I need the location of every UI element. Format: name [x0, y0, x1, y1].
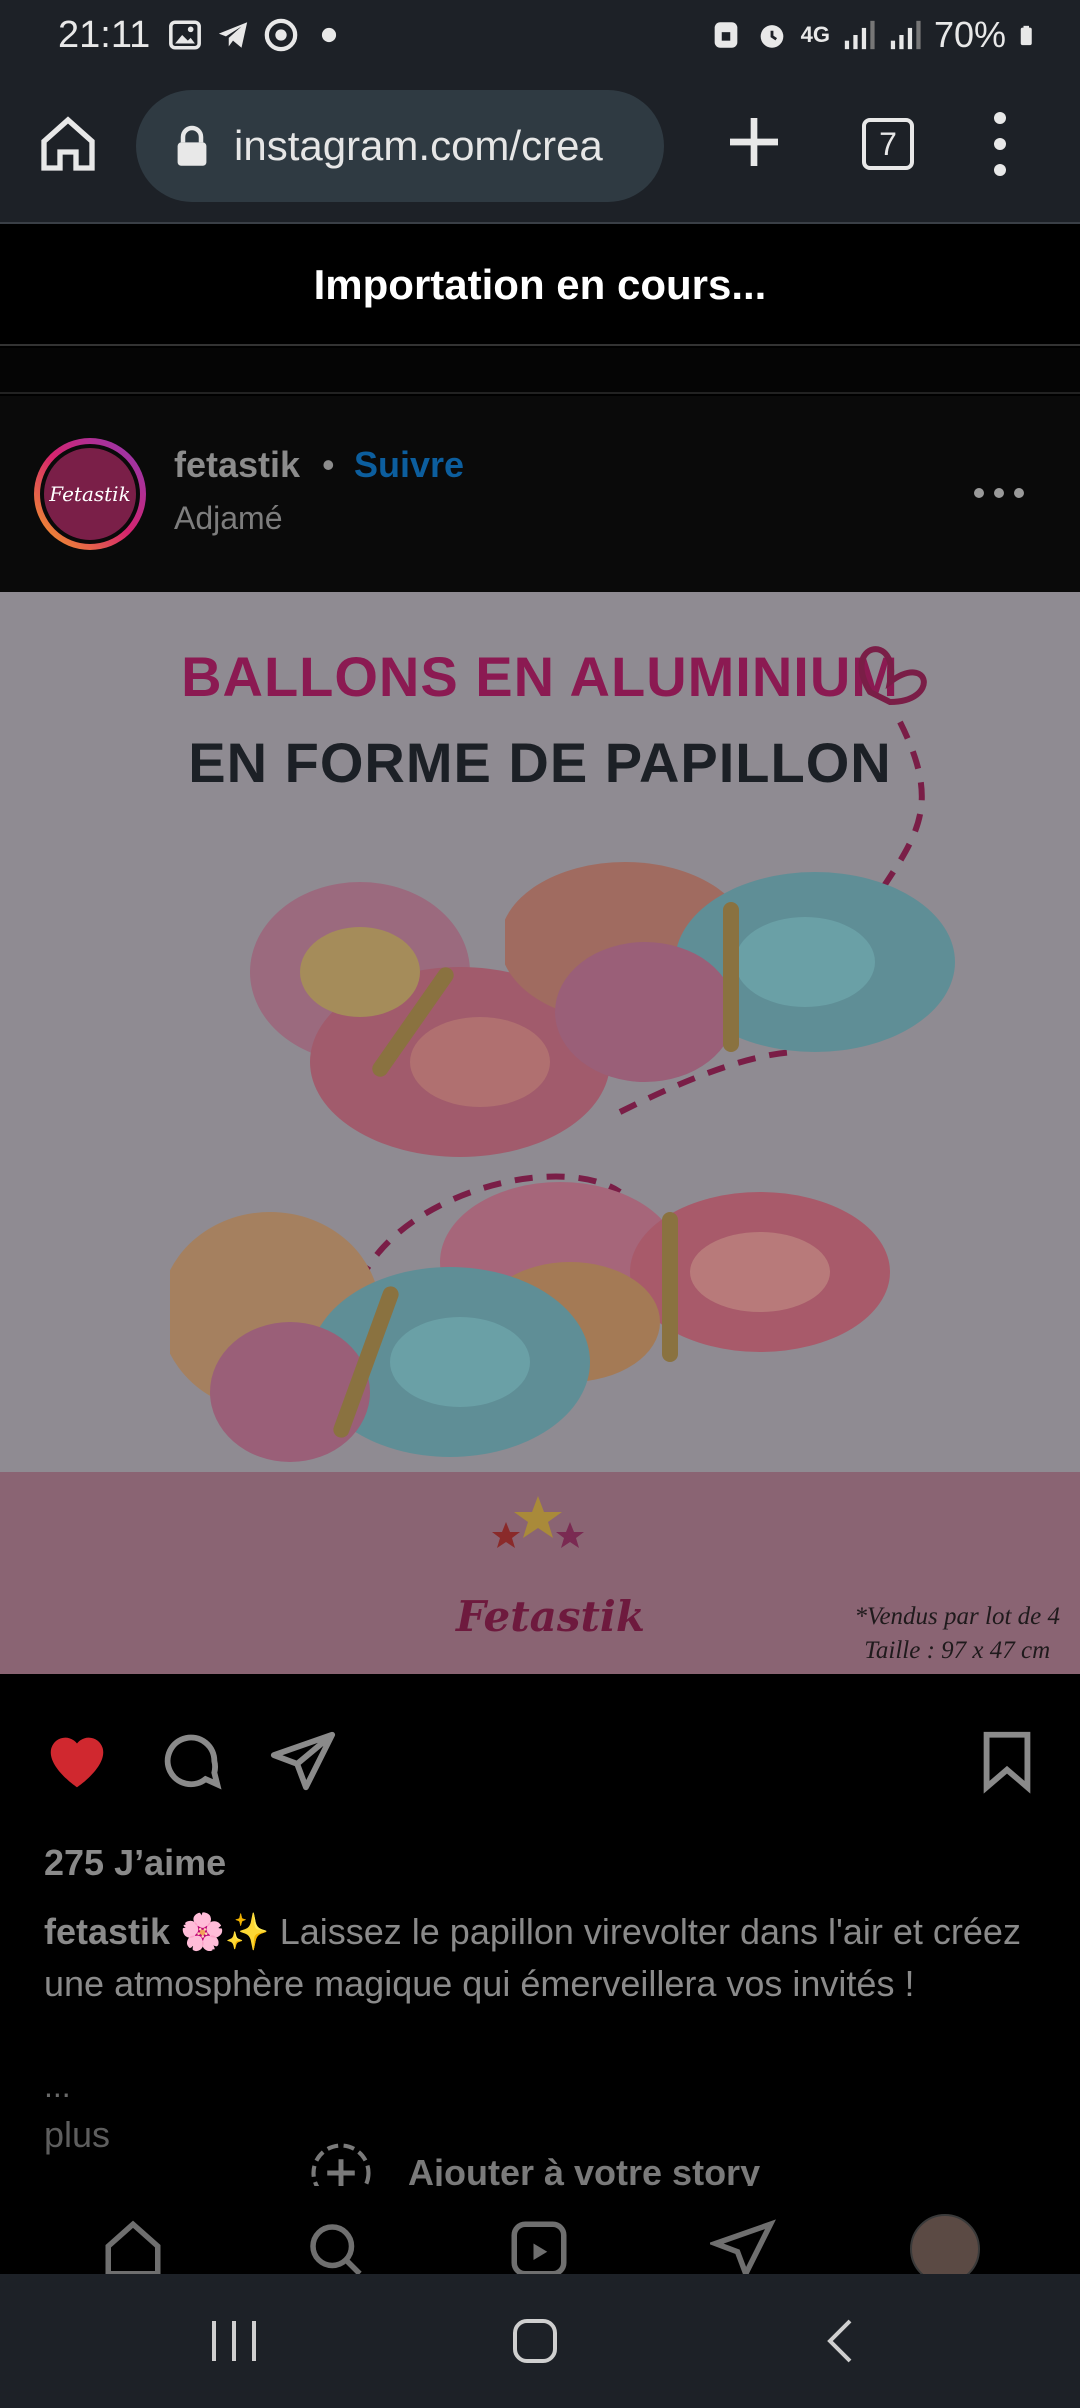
- new-tab-icon[interactable]: [722, 110, 786, 174]
- browser-toolbar: instagram.com/crea 7: [0, 72, 1080, 224]
- battery-text: 70%: [933, 14, 1006, 55]
- product-note-lot: *Vendus par lot de 4: [854, 1603, 1060, 1630]
- post-location[interactable]: Adjamé: [174, 500, 283, 537]
- like-count[interactable]: 275 J’aime: [44, 1842, 226, 1884]
- brand-logo-text: Fetastik: [456, 1592, 645, 1641]
- chrome-icon: [264, 18, 298, 52]
- lock-icon: [714, 22, 737, 48]
- image-icon: [169, 20, 201, 50]
- brand-stars-icon: [492, 1496, 584, 1548]
- search-icon[interactable]: [302, 2216, 368, 2274]
- post-header: Fetastik fetastik • Suivre Adjamé: [0, 396, 1080, 592]
- home-icon[interactable]: [36, 112, 100, 176]
- post-image[interactable]: BALLONS EN ALUMINIUM EN FORME DE PAPILLO…: [0, 592, 1080, 1674]
- follow-button[interactable]: Suivre: [354, 444, 464, 486]
- reels-icon[interactable]: [506, 2216, 572, 2274]
- status-bar: 21:11 4G 70%: [0, 0, 1080, 72]
- instagram-bottom-nav: [0, 2186, 1080, 2274]
- post-caption: fetastik 🌸✨ Laissez le papillon virevolt…: [44, 1906, 1044, 2010]
- status-notification-icons: [168, 18, 346, 52]
- header-strip: [0, 348, 1080, 394]
- lock-icon: [177, 125, 207, 166]
- battery-icon: [1020, 25, 1032, 46]
- android-navigation-bar: [0, 2274, 1080, 2408]
- status-time: 21:11: [58, 14, 151, 56]
- import-banner: Importation en cours...: [0, 226, 1080, 346]
- avatar[interactable]: Fetastik: [34, 438, 146, 550]
- status-system-icons: 4G 70%: [709, 14, 1040, 56]
- bookmark-icon[interactable]: [972, 1726, 1042, 1796]
- caption-username[interactable]: fetastik: [44, 1911, 170, 1952]
- home-button-icon[interactable]: [510, 2316, 560, 2366]
- overflow-menu-icon[interactable]: [984, 112, 1016, 176]
- telegram-icon: [218, 22, 248, 48]
- back-icon[interactable]: [820, 2316, 860, 2366]
- recent-apps-icon[interactable]: [206, 2316, 262, 2366]
- avatar-logo-text: Fetastik: [40, 444, 140, 544]
- post-options-icon[interactable]: [974, 488, 1024, 498]
- signal-icon: [890, 20, 921, 50]
- post-username[interactable]: fetastik: [174, 444, 300, 486]
- caption-more-link[interactable]: plus: [44, 2114, 110, 2156]
- caption-text: 🌸✨ Laissez le papillon virevolter dans l…: [44, 1911, 1021, 2004]
- url-text: instagram.com/crea: [234, 122, 603, 169]
- alarm-icon: [760, 25, 783, 48]
- product-note: *Vendus par lot de 4 Taille : 97 x 47 cm: [854, 1600, 1060, 1668]
- direct-message-icon[interactable]: [710, 2216, 776, 2274]
- butterfly-balloon-4: [170, 1212, 590, 1462]
- import-status-text: Importation en cours...: [313, 261, 767, 308]
- caption-ellipsis: ...: [44, 2068, 71, 2104]
- post-actions: [0, 1674, 1080, 1844]
- profile-avatar[interactable]: [910, 2214, 980, 2274]
- separator-dot: •: [322, 444, 335, 485]
- comment-icon[interactable]: [156, 1726, 226, 1796]
- address-bar[interactable]: instagram.com/crea: [136, 90, 664, 202]
- heart-filled-icon[interactable]: [42, 1726, 112, 1796]
- network-4g-icon: 4G: [800, 22, 830, 47]
- home-icon[interactable]: [100, 2216, 166, 2274]
- butterfly-balloon-2: [505, 862, 955, 1082]
- share-icon[interactable]: [268, 1726, 338, 1796]
- dot-icon: [321, 27, 337, 43]
- product-note-size: Taille : 97 x 47 cm: [864, 1636, 1051, 1664]
- tab-switcher-button[interactable]: 7: [862, 118, 914, 170]
- signal-icon: [844, 20, 875, 50]
